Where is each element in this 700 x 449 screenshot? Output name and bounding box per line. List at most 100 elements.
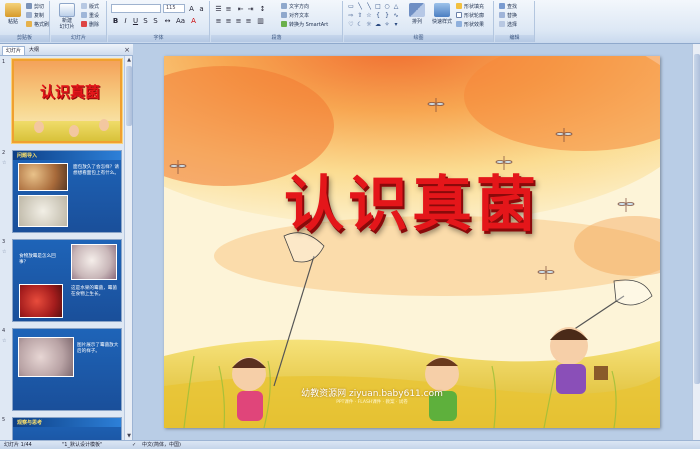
shape-curve-icon[interactable]: ∿ <box>392 12 400 20</box>
scroll-up-icon[interactable]: ▲ <box>125 56 133 64</box>
group-label-clipboard: 剪贴板 <box>0 35 49 42</box>
thumbnail-header: 观察与思考 <box>13 418 121 427</box>
slide-scrollbar[interactable] <box>692 44 700 440</box>
shape-effects-button[interactable]: 形状效果 <box>456 21 484 29</box>
align-text-button[interactable]: 对齐文本 <box>281 12 309 20</box>
slide-scroll-thumb[interactable] <box>694 54 700 384</box>
shape-fill-button[interactable]: 形状填充 <box>456 3 484 11</box>
ribbon-group-slides: 新建 幻灯片 版式 重设 删除 幻灯片 <box>51 1 107 42</box>
find-button[interactable]: 查找 <box>499 3 517 11</box>
strikethrough-icon[interactable]: S <box>141 16 150 25</box>
increase-indent-icon[interactable]: ⇥ <box>246 4 255 13</box>
slide-title[interactable]: 认识真菌 <box>249 156 575 243</box>
bullets-icon[interactable]: ☰ <box>214 4 223 13</box>
more-shapes-icon[interactable]: ▾ <box>392 21 400 29</box>
group-label-font: 字体 <box>108 35 209 42</box>
thumbnail-number: 4 <box>2 328 6 334</box>
select-button[interactable]: 选择 <box>499 21 517 29</box>
shape-rect-icon[interactable]: ▭ <box>347 3 355 11</box>
mold-closeup-photo <box>18 337 74 377</box>
columns-icon[interactable]: ▥ <box>256 16 265 25</box>
thumbnail-header: 问题导入 <box>13 151 121 160</box>
slide-thumbnail-4[interactable]: 图片展示了霉菌放大后的样子。 <box>12 328 122 411</box>
shape-outline-button[interactable]: 形状轮廓 <box>456 12 484 20</box>
thumbnail-number: 3 <box>2 239 6 245</box>
new-slide-button[interactable]: 新建 幻灯片 <box>54 3 80 33</box>
delete-button[interactable]: 删除 <box>81 21 99 29</box>
char-spacing-icon[interactable]: ↔ <box>163 16 172 25</box>
scroll-thumb[interactable] <box>126 66 132 126</box>
shape-brace-icon[interactable]: } <box>383 12 391 20</box>
reset-button[interactable]: 重设 <box>81 12 99 20</box>
spellcheck-icon[interactable]: ✓ <box>132 441 136 449</box>
shape-line-icon[interactable]: ╲ <box>365 3 373 11</box>
paste-button[interactable]: 粘贴 <box>2 3 24 33</box>
group-label-drawing: 绘图 <box>344 35 493 42</box>
close-icon[interactable]: × <box>124 46 130 54</box>
strawberry-photo <box>19 284 63 318</box>
binoculars-icon <box>499 3 505 9</box>
scroll-down-icon[interactable]: ▼ <box>125 432 133 440</box>
shape-star-icon[interactable]: ☆ <box>365 12 373 20</box>
grow-font-icon[interactable]: A <box>187 4 196 13</box>
bold-icon[interactable]: B <box>111 16 120 25</box>
align-text-icon <box>281 12 287 18</box>
decrease-indent-icon[interactable]: ⇤ <box>236 4 245 13</box>
justify-icon[interactable]: ≡ <box>244 16 253 25</box>
shape-arrow-icon[interactable]: ⇧ <box>356 12 364 20</box>
text-direction-button[interactable]: 文字方向 <box>281 3 309 11</box>
shadow-icon[interactable]: S <box>151 16 160 25</box>
copy-button[interactable]: 复制 <box>26 12 44 20</box>
quick-styles-button[interactable]: 快速样式 <box>430 3 454 33</box>
arrange-icon <box>409 3 425 17</box>
thumbnail-title: 认识真菌 <box>39 83 100 101</box>
layout-button[interactable]: 版式 <box>81 3 99 11</box>
shape-oval-icon[interactable]: ○ <box>383 3 391 11</box>
smartart-icon <box>281 21 287 27</box>
align-left-icon[interactable]: ≡ <box>214 16 223 25</box>
tab-outline[interactable]: 大纲 <box>26 46 42 55</box>
shape-heart-icon[interactable]: ♡ <box>347 21 355 29</box>
italic-icon[interactable]: I <box>121 16 130 25</box>
replace-button[interactable]: 替换 <box>499 12 517 20</box>
format-painter-button[interactable]: 格式刷 <box>26 21 49 29</box>
shape-rect-icon[interactable]: □ <box>374 3 382 11</box>
align-center-icon[interactable]: ≡ <box>224 16 233 25</box>
align-right-icon[interactable]: ≡ <box>234 16 243 25</box>
shape-star-icon[interactable]: ✧ <box>383 21 391 29</box>
slide-thumbnail-1[interactable]: 认识真菌 <box>12 59 122 143</box>
numbering-icon[interactable]: ≡ <box>224 4 233 13</box>
slide-thumbnail-5[interactable]: 观察与思考 <box>12 417 122 440</box>
font-size-combo[interactable]: 115 <box>163 4 185 13</box>
animation-star-icon: ☆ <box>2 160 7 166</box>
shape-arrow-icon[interactable]: ⇨ <box>347 12 355 20</box>
child-figure <box>34 121 44 133</box>
shape-line-icon[interactable]: ╲ <box>356 3 364 11</box>
panel-scrollbar[interactable]: ▲ ▼ <box>124 56 132 440</box>
slide-thumbnail-2[interactable]: 问题导入 面包放久了会怎样？请想想看面包上有什么。 <box>12 150 122 233</box>
current-slide[interactable]: 认识真菌 幼教资源网 ziyuan.baby611.com PPT课件 · FL… <box>164 56 660 428</box>
arrange-button[interactable]: 排列 <box>406 3 428 33</box>
shape-cloud-icon[interactable]: ☁ <box>374 21 382 29</box>
theme-name: "1_默认设计模板" <box>62 442 103 448</box>
cut-button[interactable]: 剪切 <box>26 3 44 11</box>
language-indicator[interactable]: 中文(简体，中国) <box>142 441 181 449</box>
slide-thumbnail-3[interactable]: 食物放霉是怎么回事？ 这是水果的霉菌，霉菌在食物上生长。 <box>12 239 122 322</box>
shape-moon-icon[interactable]: ☾ <box>356 21 364 29</box>
change-case-icon[interactable]: Aa <box>175 16 185 25</box>
tab-slides[interactable]: 幻灯片 <box>2 46 26 55</box>
underline-icon[interactable]: U <box>131 16 140 25</box>
shape-brace-icon[interactable]: { <box>374 12 382 20</box>
thumbnail-text: 食物放霉是怎么回事？ <box>19 254 56 265</box>
line-spacing-icon[interactable]: ↕ <box>258 4 267 13</box>
font-name-combo[interactable] <box>111 4 161 13</box>
shrink-font-icon[interactable]: a <box>197 4 206 13</box>
smartart-button[interactable]: 转换为 SmartArt <box>281 21 328 29</box>
shape-triangle-icon[interactable]: △ <box>392 3 400 11</box>
shape-sun-icon[interactable]: ☼ <box>365 21 373 29</box>
child-figure <box>99 119 109 131</box>
thumbnail-number: 2 <box>2 150 6 156</box>
font-color-icon[interactable]: A <box>189 16 198 25</box>
scissors-icon <box>26 3 32 9</box>
reset-icon <box>81 12 87 18</box>
